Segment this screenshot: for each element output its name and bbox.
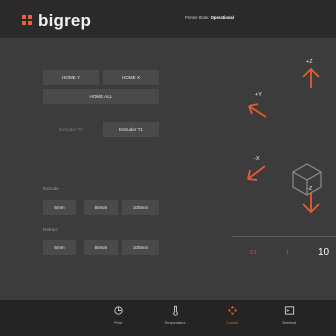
- home-y-button[interactable]: HOME Y: [43, 70, 99, 85]
- nav-print[interactable]: Print: [93, 305, 143, 333]
- nav-temperature-label: Temperature: [164, 321, 186, 325]
- nav-print-label: Print: [114, 321, 122, 325]
- extrude-50mm-button[interactable]: 50mm: [84, 200, 118, 215]
- extruder-t0-button[interactable]: Extruder T0: [43, 122, 99, 137]
- home-x-button[interactable]: HOME X: [103, 70, 159, 85]
- terminal-icon: [284, 306, 294, 315]
- logo-icon: [22, 15, 34, 27]
- retract-100mm-button[interactable]: 100mm: [122, 240, 159, 255]
- extrude-5mm-button[interactable]: 5mm: [43, 200, 76, 215]
- extrude-label: Extrude: [43, 186, 59, 191]
- extruder-t1-button[interactable]: Extruder T1: [103, 122, 159, 137]
- nav-temperature[interactable]: Temperature: [150, 305, 200, 333]
- arrow-up-left-icon[interactable]: [245, 98, 269, 122]
- control-panel: HOME Y HOME X HOME ALL Extruder T0 Extru…: [0, 38, 336, 300]
- arrow-down-icon[interactable]: [299, 191, 323, 215]
- printer-state-label: Printer State:: [185, 15, 210, 20]
- printer-state-value: Operational: [210, 15, 234, 20]
- home-all-button[interactable]: HOME ALL: [43, 89, 159, 104]
- nav-control-label: Control: [225, 321, 239, 325]
- step-10-button[interactable]: 10: [318, 247, 329, 258]
- step-1-button[interactable]: 1: [286, 250, 289, 256]
- printer-state: Printer State: Operational: [185, 15, 234, 20]
- nav-control[interactable]: Control: [207, 305, 257, 333]
- top-bar: bigrep Printer State: Operational: [0, 0, 336, 38]
- extrude-100mm-button[interactable]: 100mm: [122, 200, 159, 215]
- bottom-nav: Print Temperature Control Terminal: [0, 300, 336, 336]
- move-icon: [227, 305, 237, 316]
- nav-terminal-label: Terminal: [281, 321, 297, 325]
- logo-text: bigrep: [38, 11, 92, 30]
- retract-5mm-button[interactable]: 5mm: [43, 240, 76, 255]
- step-0-1-button[interactable]: 0.1: [250, 250, 257, 256]
- retract-50mm-button[interactable]: 50mm: [84, 240, 118, 255]
- print-icon: [113, 306, 123, 315]
- jog-plus-z-label: +Z: [306, 59, 313, 65]
- nav-terminal[interactable]: Terminal: [264, 305, 314, 333]
- retract-label: Retract: [43, 227, 58, 232]
- thermometer-icon: [172, 305, 178, 316]
- divider: [232, 236, 336, 237]
- arrow-up-icon[interactable]: [299, 66, 323, 90]
- arrow-down-left-icon[interactable]: [244, 161, 268, 185]
- logo: bigrep: [22, 11, 91, 31]
